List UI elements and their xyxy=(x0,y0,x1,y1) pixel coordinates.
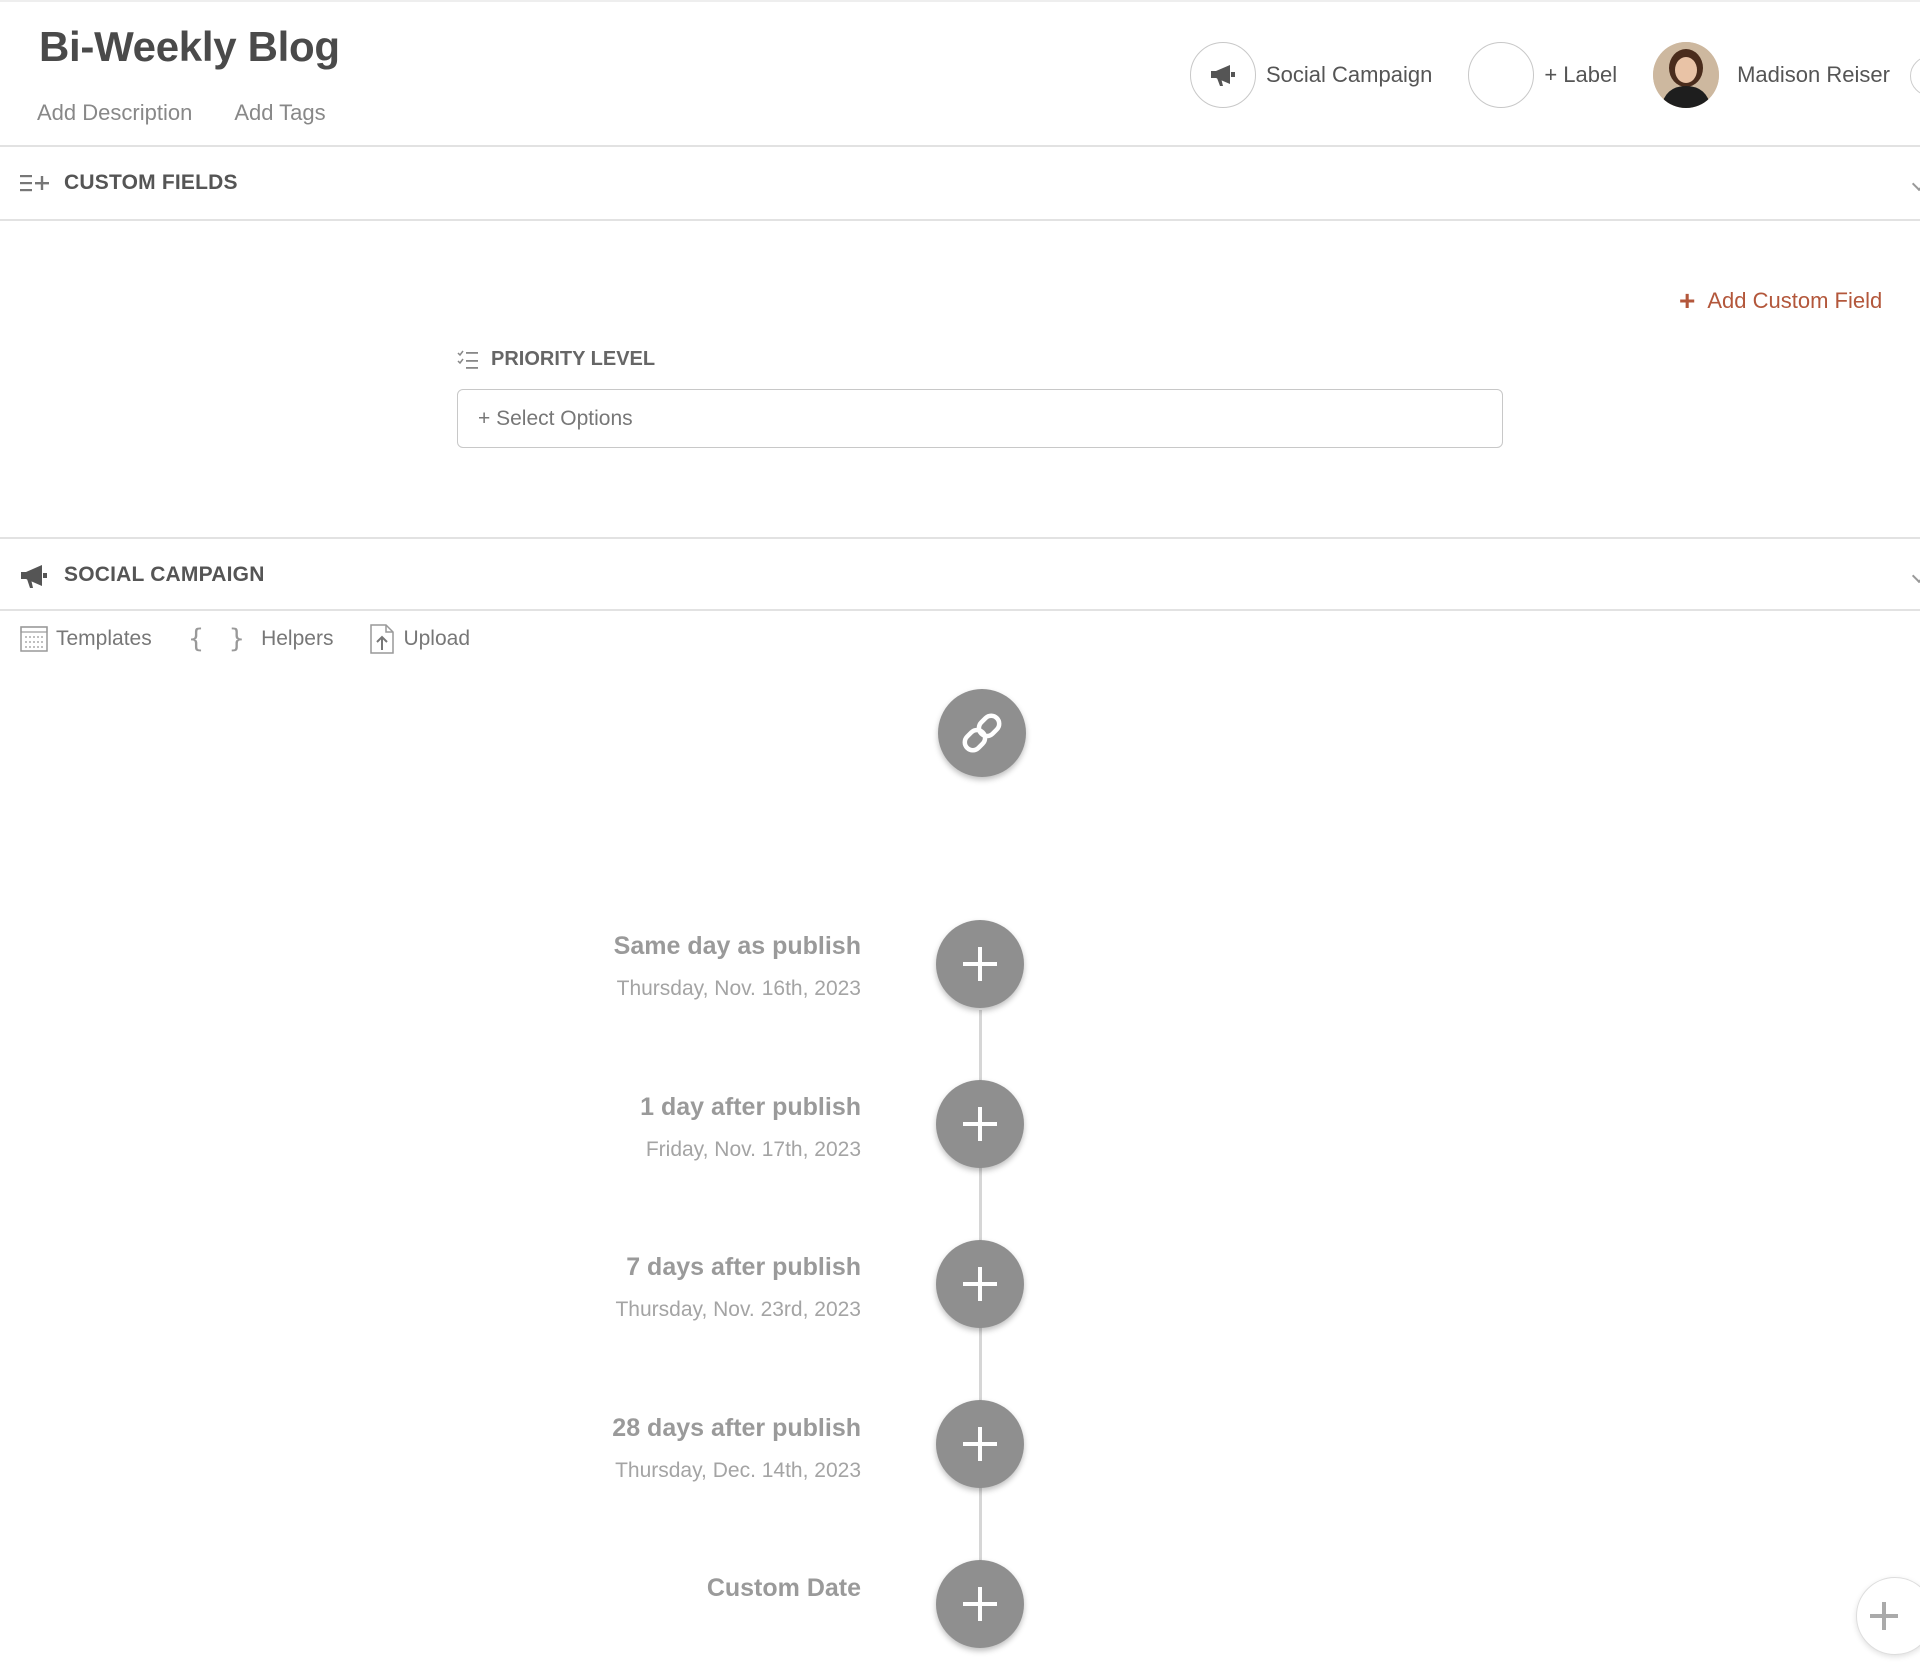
campaign-type-button[interactable]: Social Campaign xyxy=(1190,42,1432,108)
timeline-item-date: Friday, Nov. 17th, 2023 xyxy=(645,1138,861,1161)
custom-fields-title: CUSTOM FIELDS xyxy=(64,171,238,194)
link-icon xyxy=(962,713,1002,753)
list-plus-icon xyxy=(20,175,49,192)
add-description-link[interactable]: Add Description xyxy=(37,100,192,126)
timeline-item: 28 days after publish Thursday, Dec. 14t… xyxy=(612,1414,861,1483)
priority-level-text: PRIORITY LEVEL xyxy=(491,348,656,370)
timeline-item-title: 1 day after publish xyxy=(640,1093,861,1121)
assignee-name: Madison Reiser xyxy=(1737,62,1890,87)
templates-label: Templates xyxy=(56,627,152,650)
checklist-icon xyxy=(457,350,478,369)
plus-icon xyxy=(963,947,997,981)
page-header: Bi-Weekly Blog Add Description Add Tags … xyxy=(0,0,1920,147)
upload-button[interactable]: Upload xyxy=(369,624,470,654)
campaign-toolbar: Templates { } Helpers Upload xyxy=(20,624,506,654)
add-post-button[interactable] xyxy=(936,920,1024,1008)
timeline-item: 7 days after publish Thursday, Nov. 23rd… xyxy=(615,1253,861,1322)
templates-button[interactable]: Templates xyxy=(20,626,152,652)
avatar xyxy=(1653,42,1720,108)
upload-label: Upload xyxy=(403,627,471,650)
assignee-button[interactable]: Madison Reiser xyxy=(1653,42,1890,108)
label-color-swatch xyxy=(1468,42,1535,108)
template-grid-icon xyxy=(20,626,48,652)
plus-icon xyxy=(963,1427,997,1461)
timeline-item: 1 day after publish Friday, Nov. 17th, 2… xyxy=(640,1093,861,1162)
add-post-button[interactable] xyxy=(936,1080,1024,1168)
timeline-item: Custom Date xyxy=(707,1574,861,1603)
timeline-item-title: 28 days after publish xyxy=(612,1414,861,1442)
priority-select[interactable]: + Select Options xyxy=(457,389,1503,448)
plus-icon: + xyxy=(1679,285,1696,316)
braces-icon: { } xyxy=(187,624,254,654)
timeline-item: Same day as publish Thursday, Nov. 16th,… xyxy=(614,932,861,1001)
timeline-item-title: 7 days after publish xyxy=(626,1253,861,1281)
add-label-text: + Label xyxy=(1544,62,1618,87)
header-links: Add Description Add Tags xyxy=(37,100,326,126)
more-options-button[interactable] xyxy=(1910,56,1920,96)
plus-icon xyxy=(963,1267,997,1301)
upload-file-icon xyxy=(370,624,395,654)
header-actions: Social Campaign + Label Madison Reiser xyxy=(1190,42,1890,108)
campaign-type-label: Social Campaign xyxy=(1266,62,1433,87)
add-tags-link[interactable]: Add Tags xyxy=(234,100,325,126)
timeline-item-title: Custom Date xyxy=(706,1574,861,1602)
add-post-button[interactable] xyxy=(936,1240,1024,1328)
add-label-button[interactable]: + Label xyxy=(1468,42,1617,108)
floating-add-button[interactable] xyxy=(1856,1577,1920,1655)
timeline-item-date: Thursday, Nov. 23rd, 2023 xyxy=(615,1298,861,1321)
social-campaign-title: SOCIAL CAMPAIGN xyxy=(64,563,265,586)
timeline-item-title: Same day as publish xyxy=(613,932,861,960)
priority-level-label: PRIORITY LEVEL xyxy=(457,348,655,371)
page-title[interactable]: Bi-Weekly Blog xyxy=(39,23,340,71)
add-custom-field-button[interactable]: + Add Custom Field xyxy=(1679,287,1882,315)
megaphone-icon xyxy=(1190,42,1256,108)
social-campaign-header[interactable]: SOCIAL CAMPAIGN xyxy=(0,537,1920,611)
link-button[interactable] xyxy=(938,689,1026,777)
timeline-item-date: Thursday, Nov. 16th, 2023 xyxy=(616,977,861,1000)
plus-icon xyxy=(963,1587,997,1621)
plus-icon xyxy=(963,1107,997,1141)
helpers-label: Helpers xyxy=(261,627,334,650)
helpers-button[interactable]: { } Helpers xyxy=(188,624,334,654)
add-custom-field-label: Add Custom Field xyxy=(1707,288,1883,313)
collapse-chevron-icon[interactable] xyxy=(1911,568,1920,584)
plus-icon xyxy=(1870,1602,1898,1630)
megaphone-icon xyxy=(21,565,47,588)
add-post-button[interactable] xyxy=(936,1560,1024,1648)
blog-editor-page: Bi-Weekly Blog Add Description Add Tags … xyxy=(0,0,1920,1679)
custom-fields-header[interactable]: CUSTOM FIELDS xyxy=(0,147,1920,221)
add-post-button[interactable] xyxy=(936,1400,1024,1488)
collapse-chevron-icon[interactable] xyxy=(1911,176,1920,192)
timeline-item-date: Thursday, Dec. 14th, 2023 xyxy=(615,1459,861,1482)
